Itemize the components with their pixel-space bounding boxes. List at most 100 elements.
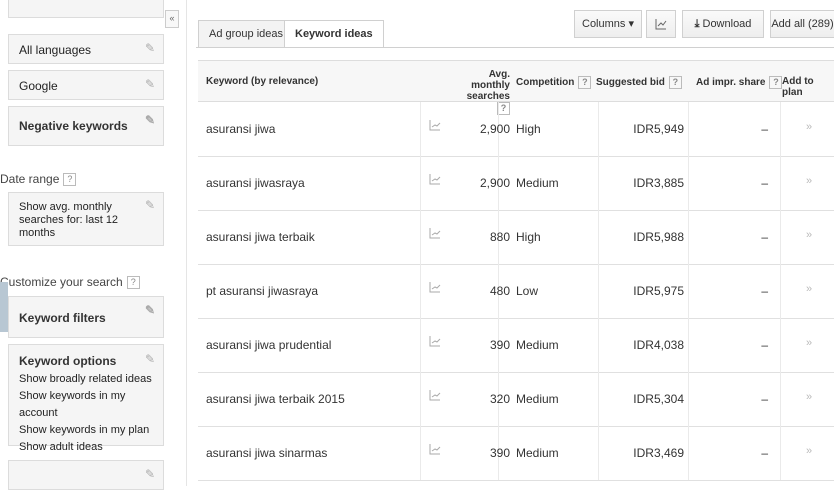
download-button[interactable]: ⤓ Download (682, 10, 764, 38)
searches-cell: 880 (489, 230, 510, 244)
help-icon[interactable]: ? (668, 76, 682, 89)
suggested-bid-cell: IDR5,304 (633, 392, 684, 406)
impr-share-cell: – (761, 122, 768, 136)
suggested-bid-cell: IDR5,949 (633, 122, 684, 136)
add-to-plan-button[interactable]: » (806, 391, 812, 403)
column-divider (688, 156, 689, 210)
help-icon[interactable]: ? (63, 173, 77, 187)
suggested-bid-cell: IDR5,988 (633, 230, 684, 244)
column-divider (688, 426, 689, 480)
collapse-sidebar-button[interactable]: « (165, 10, 179, 28)
column-divider (598, 372, 599, 426)
table-row: asuransi jiwa terbaik 880 High IDR5,988 – » (198, 210, 834, 265)
keyword-cell: asuransi jiwa terbaik 2015 (206, 392, 345, 406)
language-value: All languages (19, 43, 92, 57)
option-item: Show keywords in my account (19, 390, 126, 419)
chart-toggle-button[interactable] (646, 10, 676, 38)
competition-cell: Medium (516, 392, 559, 406)
keyword-cell: asuransi jiwa sinarmas (206, 446, 328, 460)
date-range-label: Date range? (0, 172, 77, 187)
table-row: pt asuransi jiwasraya 480 Low IDR5,975 – » (198, 264, 834, 319)
searches-cell: 320 (489, 392, 510, 406)
column-divider (420, 210, 421, 264)
add-to-plan-button[interactable]: » (806, 121, 812, 133)
column-divider (688, 318, 689, 372)
suggested-bid-cell: IDR3,469 (633, 446, 684, 460)
keyword-cell: pt asuransi jiwasraya (206, 284, 319, 298)
keyword-options-box[interactable]: Keyword options Show broadly related ide… (8, 344, 164, 453)
keyword-cell: asuransi jiwa (206, 122, 276, 136)
table-row: asuransi jiwa sinarmas 390 Medium IDR3,469 –… (198, 426, 834, 481)
pencil-icon[interactable]: ✎ (145, 467, 155, 481)
add-to-plan-button[interactable]: » (806, 229, 812, 241)
option-item: Show adult ideas (19, 441, 103, 453)
add-to-plan-button[interactable]: » (806, 175, 812, 187)
pencil-icon[interactable]: ✎ (145, 41, 155, 55)
tab-ad-group-ideas[interactable]: Ad group ideas (198, 20, 294, 48)
header-bid[interactable]: Suggested bid? (596, 76, 682, 89)
column-divider (420, 318, 421, 372)
keyword-cell: asuransi jiwa terbaik (206, 230, 315, 244)
searches-cell: 390 (489, 446, 510, 460)
column-divider (420, 372, 421, 426)
column-divider (598, 102, 599, 156)
add-to-plan-button[interactable]: » (806, 445, 812, 457)
column-divider (780, 372, 781, 426)
add-all-button[interactable]: Add all (289) (770, 10, 834, 38)
column-divider (780, 426, 781, 480)
pencil-icon[interactable]: ✎ (145, 303, 155, 317)
pencil-icon[interactable]: ✎ (145, 77, 155, 91)
column-divider (780, 318, 781, 372)
option-item: Show keywords in my plan (19, 424, 150, 436)
option-item: Show broadly related ideas (19, 373, 152, 385)
pencil-icon[interactable]: ✎ (145, 199, 155, 212)
trend-chart-icon[interactable] (429, 173, 441, 185)
trend-chart-icon[interactable] (429, 281, 441, 293)
searches-cell: 2,900 (479, 122, 510, 136)
header-impr-share[interactable]: Ad impr. share? (696, 76, 783, 89)
tab-keyword-ideas[interactable]: Keyword ideas (284, 20, 384, 48)
help-icon[interactable]: ? (578, 76, 592, 89)
keyword-options-label: Keyword options (19, 354, 117, 368)
trend-chart-icon[interactable] (429, 227, 441, 239)
pencil-icon[interactable]: ✎ (145, 113, 155, 127)
column-divider (598, 318, 599, 372)
download-icon: ⤓ (694, 18, 700, 30)
column-divider (420, 102, 421, 156)
header-competition[interactable]: Competition? (516, 76, 592, 89)
column-divider (598, 426, 599, 480)
side-marker (0, 282, 8, 332)
trend-chart-icon[interactable] (429, 335, 441, 347)
header-keyword[interactable]: Keyword (by relevance) (206, 76, 318, 87)
help-icon[interactable]: ? (126, 276, 140, 290)
column-divider (420, 156, 421, 210)
trend-chart-icon[interactable] (429, 389, 441, 401)
date-range-box[interactable]: Show avg. monthly searches for: last 12 … (8, 192, 164, 246)
help-icon[interactable]: ? (769, 76, 783, 89)
competition-cell: High (516, 230, 541, 244)
pencil-icon[interactable]: ✎ (145, 351, 155, 368)
network-selector[interactable]: Google ✎ (8, 70, 164, 100)
column-divider (780, 264, 781, 318)
keyword-cell: asuransi jiwa prudential (206, 338, 332, 352)
columns-button[interactable]: Columns ▾ (574, 10, 642, 38)
keyword-filters-label: Keyword filters (19, 311, 106, 325)
negative-keywords-box[interactable]: Negative keywords ✎ (8, 106, 164, 146)
keyword-cell: asuransi jiwasraya (206, 176, 305, 190)
column-divider (780, 210, 781, 264)
keyword-filters-box[interactable]: Keyword filters ✎ (8, 296, 164, 338)
competition-cell: High (516, 122, 541, 136)
trend-chart-icon[interactable] (429, 119, 441, 131)
download-label: Download (702, 18, 752, 30)
date-range-value: Show avg. monthly searches for: last 12 … (19, 201, 119, 239)
impr-share-cell: – (761, 176, 768, 190)
table-row: asuransi jiwasraya 2,900 Medium IDR3,885 – » (198, 156, 834, 211)
competition-cell: Medium (516, 446, 559, 460)
trend-chart-icon[interactable] (429, 443, 441, 455)
language-selector[interactable]: All languages ✎ (8, 34, 164, 64)
add-to-plan-button[interactable]: » (806, 337, 812, 349)
column-divider (420, 264, 421, 318)
impr-share-cell: – (761, 230, 768, 244)
add-to-plan-button[interactable]: » (806, 283, 812, 295)
searches-cell: 390 (489, 338, 510, 352)
